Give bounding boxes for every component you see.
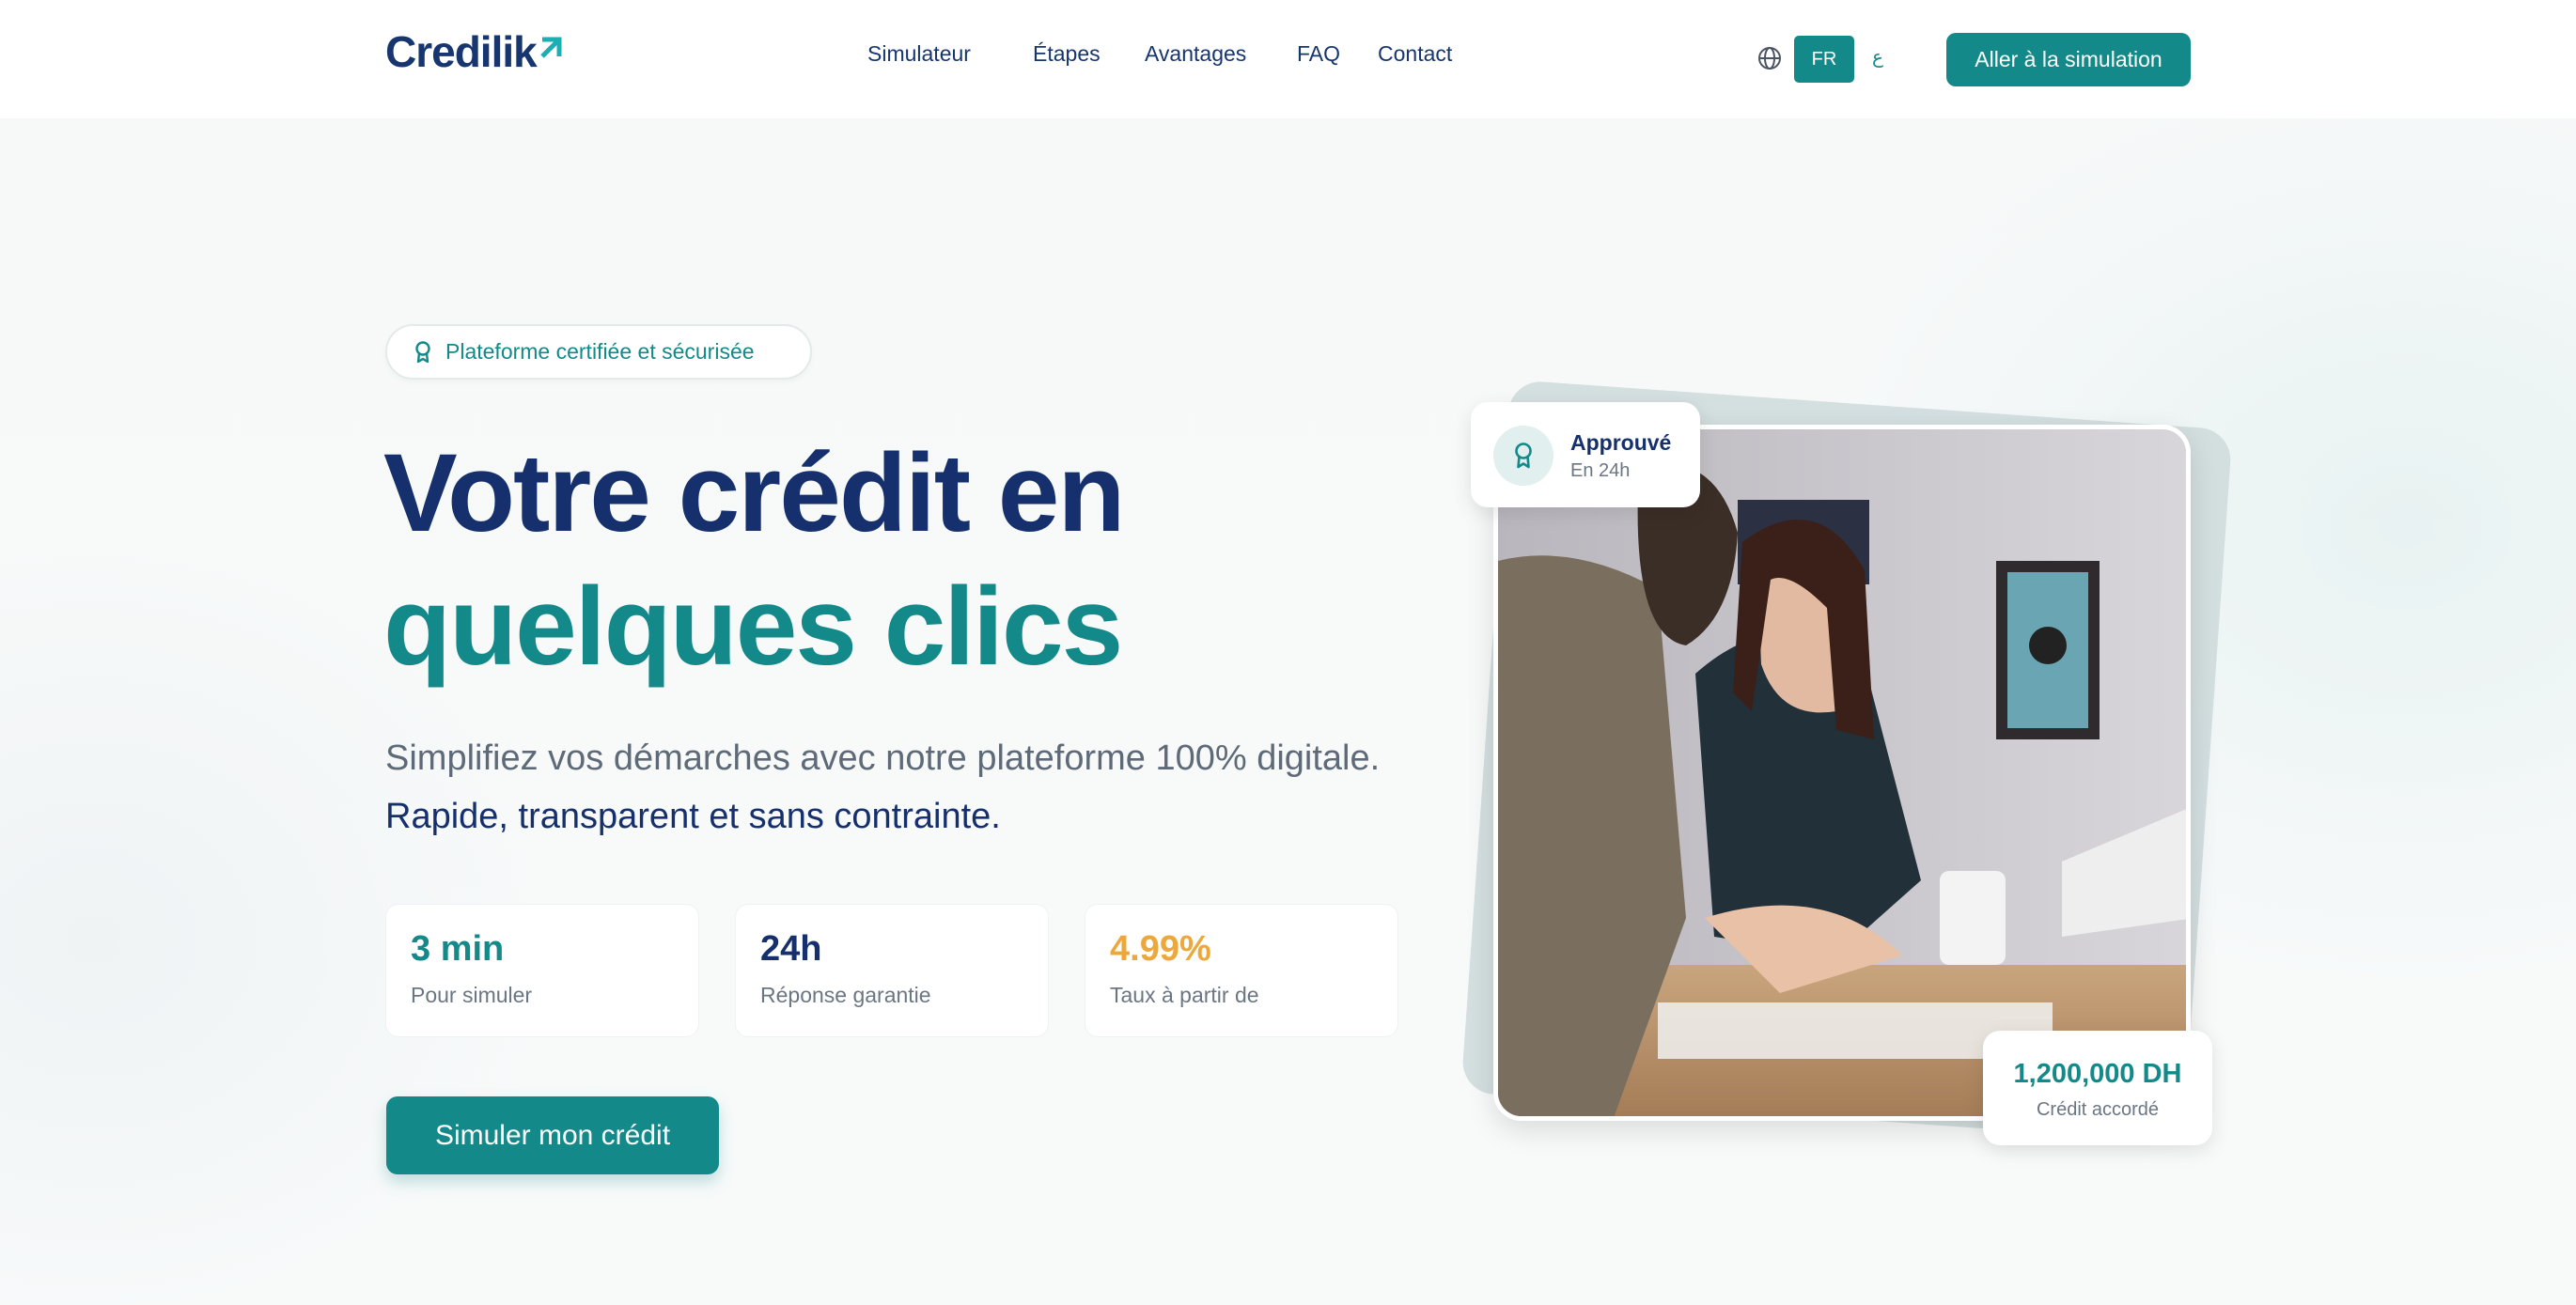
- hero-photo: [1493, 425, 2191, 1121]
- stat-value: 4.99%: [1110, 929, 1211, 969]
- nav-simulateur[interactable]: Simulateur: [867, 41, 971, 67]
- nav-etapes[interactable]: Étapes: [1033, 41, 1101, 67]
- credit-amount-label: Crédit accordé: [2036, 1099, 2160, 1120]
- hero-title-line1: Votre crédit en: [383, 431, 1125, 555]
- hero-subtitle: Simplifiez vos démarches avec notre plat…: [385, 729, 1400, 846]
- lang-ar-button[interactable]: ع: [1872, 45, 1883, 69]
- go-to-simulation-button[interactable]: Aller à la simulation: [1946, 33, 2191, 86]
- certified-badge: Plateforme certifiée et sécurisée: [385, 324, 812, 380]
- approved-icon-circle: [1493, 426, 1553, 486]
- hero-title-line2: quelques clics: [383, 565, 1123, 689]
- award-icon: [1515, 443, 1532, 469]
- logo-text: Credilik: [385, 27, 538, 76]
- badge-label: Plateforme certifiée et sécurisée: [445, 339, 755, 364]
- lang-fr-button[interactable]: FR: [1794, 36, 1854, 83]
- stat-label: Pour simuler: [411, 983, 533, 1007]
- globe-icon[interactable]: [1757, 46, 1782, 70]
- logo-arrow-icon: [539, 37, 562, 58]
- approved-subtitle: En 24h: [1570, 460, 1631, 481]
- stat-card-time: 3 min Pour simuler: [385, 904, 699, 1037]
- stat-value: 24h: [760, 929, 822, 969]
- award-icon: [415, 340, 430, 363]
- nav-avantages[interactable]: Avantages: [1145, 41, 1246, 67]
- stat-label: Taux à partir de: [1110, 983, 1259, 1007]
- photo-illustration: [1498, 429, 2186, 1116]
- top-header: Credilik Simulateur Étapes Avantages FAQ…: [0, 0, 2576, 118]
- stat-card-rate: 4.99% Taux à partir de: [1085, 904, 1398, 1037]
- stat-card-response: 24h Réponse garantie: [735, 904, 1049, 1037]
- approved-card: Approuvé En 24h: [1471, 402, 1700, 507]
- credit-amount-card: 1,200,000 DH Crédit accordé: [1983, 1031, 2212, 1145]
- hero-subtitle-strong: Rapide, transparent et sans contrainte.: [385, 797, 1001, 836]
- approved-title: Approuvé: [1570, 430, 1672, 455]
- nav-contact[interactable]: Contact: [1378, 41, 1452, 67]
- hero-title: Votre crédit en quelques clics: [383, 427, 1125, 693]
- logo[interactable]: Credilik: [385, 26, 563, 77]
- nav-faq[interactable]: FAQ: [1297, 41, 1340, 67]
- hero-subtitle-plain: Simplifiez vos démarches avec notre plat…: [385, 738, 1381, 778]
- credit-amount-value: 1,200,000 DH: [2013, 1059, 2182, 1089]
- simulate-credit-button[interactable]: Simuler mon crédit: [386, 1096, 719, 1174]
- stat-value: 3 min: [411, 929, 505, 969]
- stat-label: Réponse garantie: [760, 983, 931, 1007]
